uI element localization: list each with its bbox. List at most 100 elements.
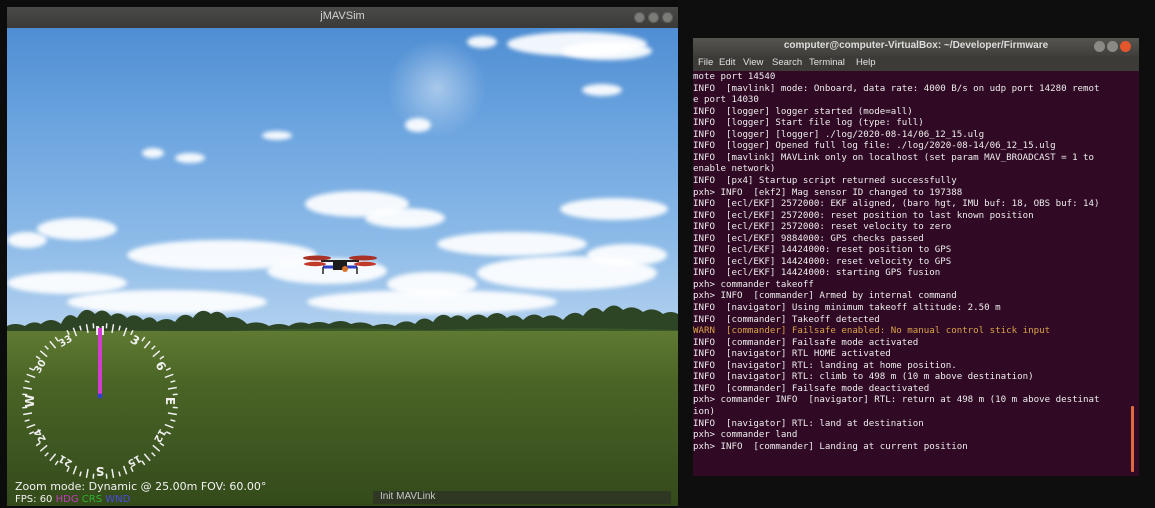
compass-tick — [79, 325, 82, 331]
cloud — [7, 232, 47, 248]
compass-tick — [49, 453, 57, 462]
sun-glare — [387, 38, 487, 138]
compass-label: 21 — [57, 452, 75, 469]
menu-search[interactable]: Search — [772, 57, 802, 68]
terminal-output[interactable]: mote port 14540 INFO [mavlink] mode: Onbo… — [693, 72, 1129, 476]
wind-legend: WND — [105, 494, 131, 505]
terminal-line: INFO [logger] [logger] ./log/2020-08-14/… — [693, 129, 985, 140]
fps-label: FPS: — [15, 494, 37, 505]
terminal-line: pxh> INFO [ekf2] Mag sensor ID changed t… — [693, 187, 963, 198]
cloud — [587, 244, 667, 266]
terminal-line: pxh> INFO [commander] Armed by internal … — [693, 291, 957, 302]
terminal-line: INFO [commander] Failsafe mode deactivat… — [693, 383, 930, 394]
cloud — [562, 42, 652, 60]
minimize-button[interactable] — [634, 12, 645, 23]
terminal-line: e port 14030 — [693, 95, 759, 106]
compass-label: 33 — [57, 333, 75, 350]
terminal-scrollbar[interactable] — [1131, 406, 1134, 472]
terminal-line: INFO [ecl/EKF] 9884000: GPS checks passe… — [693, 233, 924, 244]
compass-tick — [165, 367, 172, 371]
compass-rose: N36E1215S2124W3033 — [22, 323, 178, 479]
compass-tick — [151, 452, 156, 457]
vehicle-marker — [97, 393, 103, 399]
cloud — [560, 198, 668, 220]
compass-tick — [26, 373, 36, 379]
terminal-line: pxh> commander land — [693, 430, 798, 441]
sky — [7, 28, 678, 333]
simulation-viewport[interactable]: N36E1215S2124W3033 Zoom mode: Dynamic @ … — [7, 28, 678, 506]
terminal-line: INFO [ecl/EKF] 14424000: reset position … — [693, 245, 952, 256]
menu-view[interactable]: View — [743, 57, 763, 68]
compass-tick — [143, 340, 151, 349]
compass-tick — [122, 465, 128, 475]
terminal-line: INFO [navigator] RTL: climb to 498 m (10… — [693, 372, 1034, 383]
terminal-menubar: File Edit View Search Terminal Help — [693, 56, 1139, 71]
compass-tick — [79, 471, 82, 477]
terminal-line: INFO [mavlink] MAVLink only on localhost… — [693, 152, 1095, 163]
compass-tick — [152, 350, 161, 358]
terminal-line: INFO [navigator] Using minimum takeoff a… — [693, 303, 1001, 313]
jmavsim-window-title: jMAVSim — [320, 10, 365, 22]
compass-tick — [152, 444, 161, 452]
compass-tick — [170, 380, 176, 383]
terminal-line: ion) — [693, 406, 715, 417]
compass-label: 15 — [125, 452, 143, 469]
status-bar: Init MAVLink — [373, 491, 671, 504]
compass-tick — [118, 471, 121, 477]
compass-tick — [39, 350, 48, 358]
compass-tick — [167, 412, 177, 416]
terminal-line: INFO [commander] Takeoff detected — [693, 314, 880, 325]
minimize-button[interactable] — [1094, 41, 1105, 52]
menu-edit[interactable]: Edit — [719, 57, 735, 68]
cloud — [142, 148, 164, 158]
maximize-button[interactable] — [1107, 41, 1118, 52]
cloud — [405, 118, 431, 132]
menu-help[interactable]: Help — [856, 57, 876, 68]
compass-tick — [111, 468, 115, 478]
compass-tick — [39, 444, 48, 452]
close-button[interactable] — [1120, 41, 1131, 52]
compass-label: W — [23, 394, 37, 407]
terminal-line: INFO [commander] Failsafe mode activated — [693, 337, 919, 348]
menu-terminal[interactable]: Terminal — [809, 57, 845, 68]
crs-legend: CRS — [81, 494, 103, 505]
compass-tick — [170, 419, 176, 422]
compass-tick — [141, 336, 146, 342]
terminal-line: INFO [ecl/EKF] 2572000: reset velocity t… — [693, 222, 952, 233]
cloud — [7, 272, 127, 294]
cloud — [262, 131, 292, 140]
terminal-window-title: computer@computer-VirtualBox: ~/Develope… — [783, 40, 1049, 51]
compass-tick — [151, 345, 156, 350]
terminal-line: enable network) — [693, 164, 776, 175]
compass-tick — [111, 324, 115, 334]
close-button[interactable] — [662, 12, 673, 23]
terminal-line: pxh> commander INFO [navigator] RTL: ret… — [693, 395, 1100, 406]
compass-tick — [26, 423, 36, 429]
cloud — [37, 218, 117, 240]
hdg-legend: HDG — [55, 494, 79, 505]
status-text: Init MAVLink — [380, 491, 436, 502]
menu-file[interactable]: File — [698, 57, 713, 68]
terminal-line: INFO [mavlink] mode: Onboard, data rate:… — [693, 83, 1100, 94]
compass-tick — [164, 373, 174, 379]
compass-tick — [44, 452, 49, 457]
jmavsim-titlebar[interactable]: jMAVSim — [7, 7, 678, 28]
terminal-line: INFO [navigator] RTL: land at destinatio… — [693, 418, 924, 429]
maximize-button[interactable] — [648, 12, 659, 23]
terminal-line: INFO [ecl/EKF] 14424000: starting GPS fu… — [693, 268, 941, 279]
zoom-mode-readout: Zoom mode: Dynamic @ 25.00m FOV: 60.00° — [15, 480, 267, 493]
compass-tick — [72, 327, 78, 337]
compass-tick — [118, 325, 121, 331]
terminal-line: INFO [navigator] RTL: landing at home po… — [693, 360, 957, 371]
compass-tick — [72, 465, 78, 475]
compass-tick — [24, 380, 30, 383]
compass-label: 24 — [32, 426, 49, 444]
terminal-titlebar[interactable]: computer@computer-VirtualBox: ~/Develope… — [693, 38, 1139, 56]
compass-tick — [49, 340, 57, 349]
compass-tick — [24, 419, 30, 422]
compass-label: S — [96, 464, 105, 478]
terminal-line: INFO [ecl/EKF] 14424000: reset velocity … — [693, 256, 952, 267]
terminal-line: INFO [navigator] RTL HOME activated — [693, 349, 891, 360]
terminal-warning-line: WARN [commander] Failsafe enabled: No ma… — [693, 326, 1051, 337]
compass-tick — [23, 386, 33, 390]
